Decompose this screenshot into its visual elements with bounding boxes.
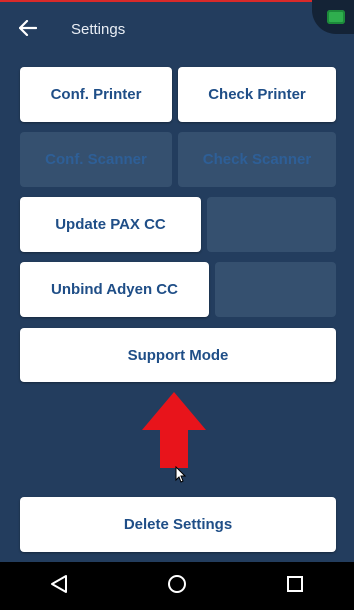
page-title: Settings: [71, 21, 126, 38]
nav-recents-button[interactable]: [275, 566, 315, 606]
unbind-adyen-cc-button[interactable]: Unbind Adyen CC: [20, 262, 209, 317]
nav-back-button[interactable]: [39, 566, 79, 606]
back-triangle-icon: [50, 574, 68, 599]
recents-square-icon: [286, 575, 304, 598]
home-circle-icon: [167, 574, 187, 599]
mouse-pointer-icon: [175, 465, 187, 489]
empty-slot: [207, 197, 336, 252]
delete-settings-button[interactable]: Delete Settings: [20, 497, 336, 552]
android-nav-bar: [0, 562, 354, 610]
check-printer-button[interactable]: Check Printer: [178, 67, 336, 122]
nav-home-button[interactable]: [157, 566, 197, 606]
empty-slot: [215, 262, 336, 317]
app-header: Settings: [0, 0, 354, 60]
arrow-left-icon: [18, 19, 38, 41]
conf-scanner-button: Conf. Scanner: [20, 132, 172, 187]
green-indicator-icon: [327, 10, 345, 24]
update-pax-cc-button[interactable]: Update PAX CC: [20, 197, 201, 252]
red-arrow-icon: [138, 390, 210, 470]
status-badge: [312, 0, 354, 34]
check-scanner-button: Check Scanner: [178, 132, 336, 187]
conf-printer-button[interactable]: Conf. Printer: [20, 67, 172, 122]
back-button[interactable]: [14, 16, 42, 44]
support-mode-button[interactable]: Support Mode: [20, 328, 336, 382]
